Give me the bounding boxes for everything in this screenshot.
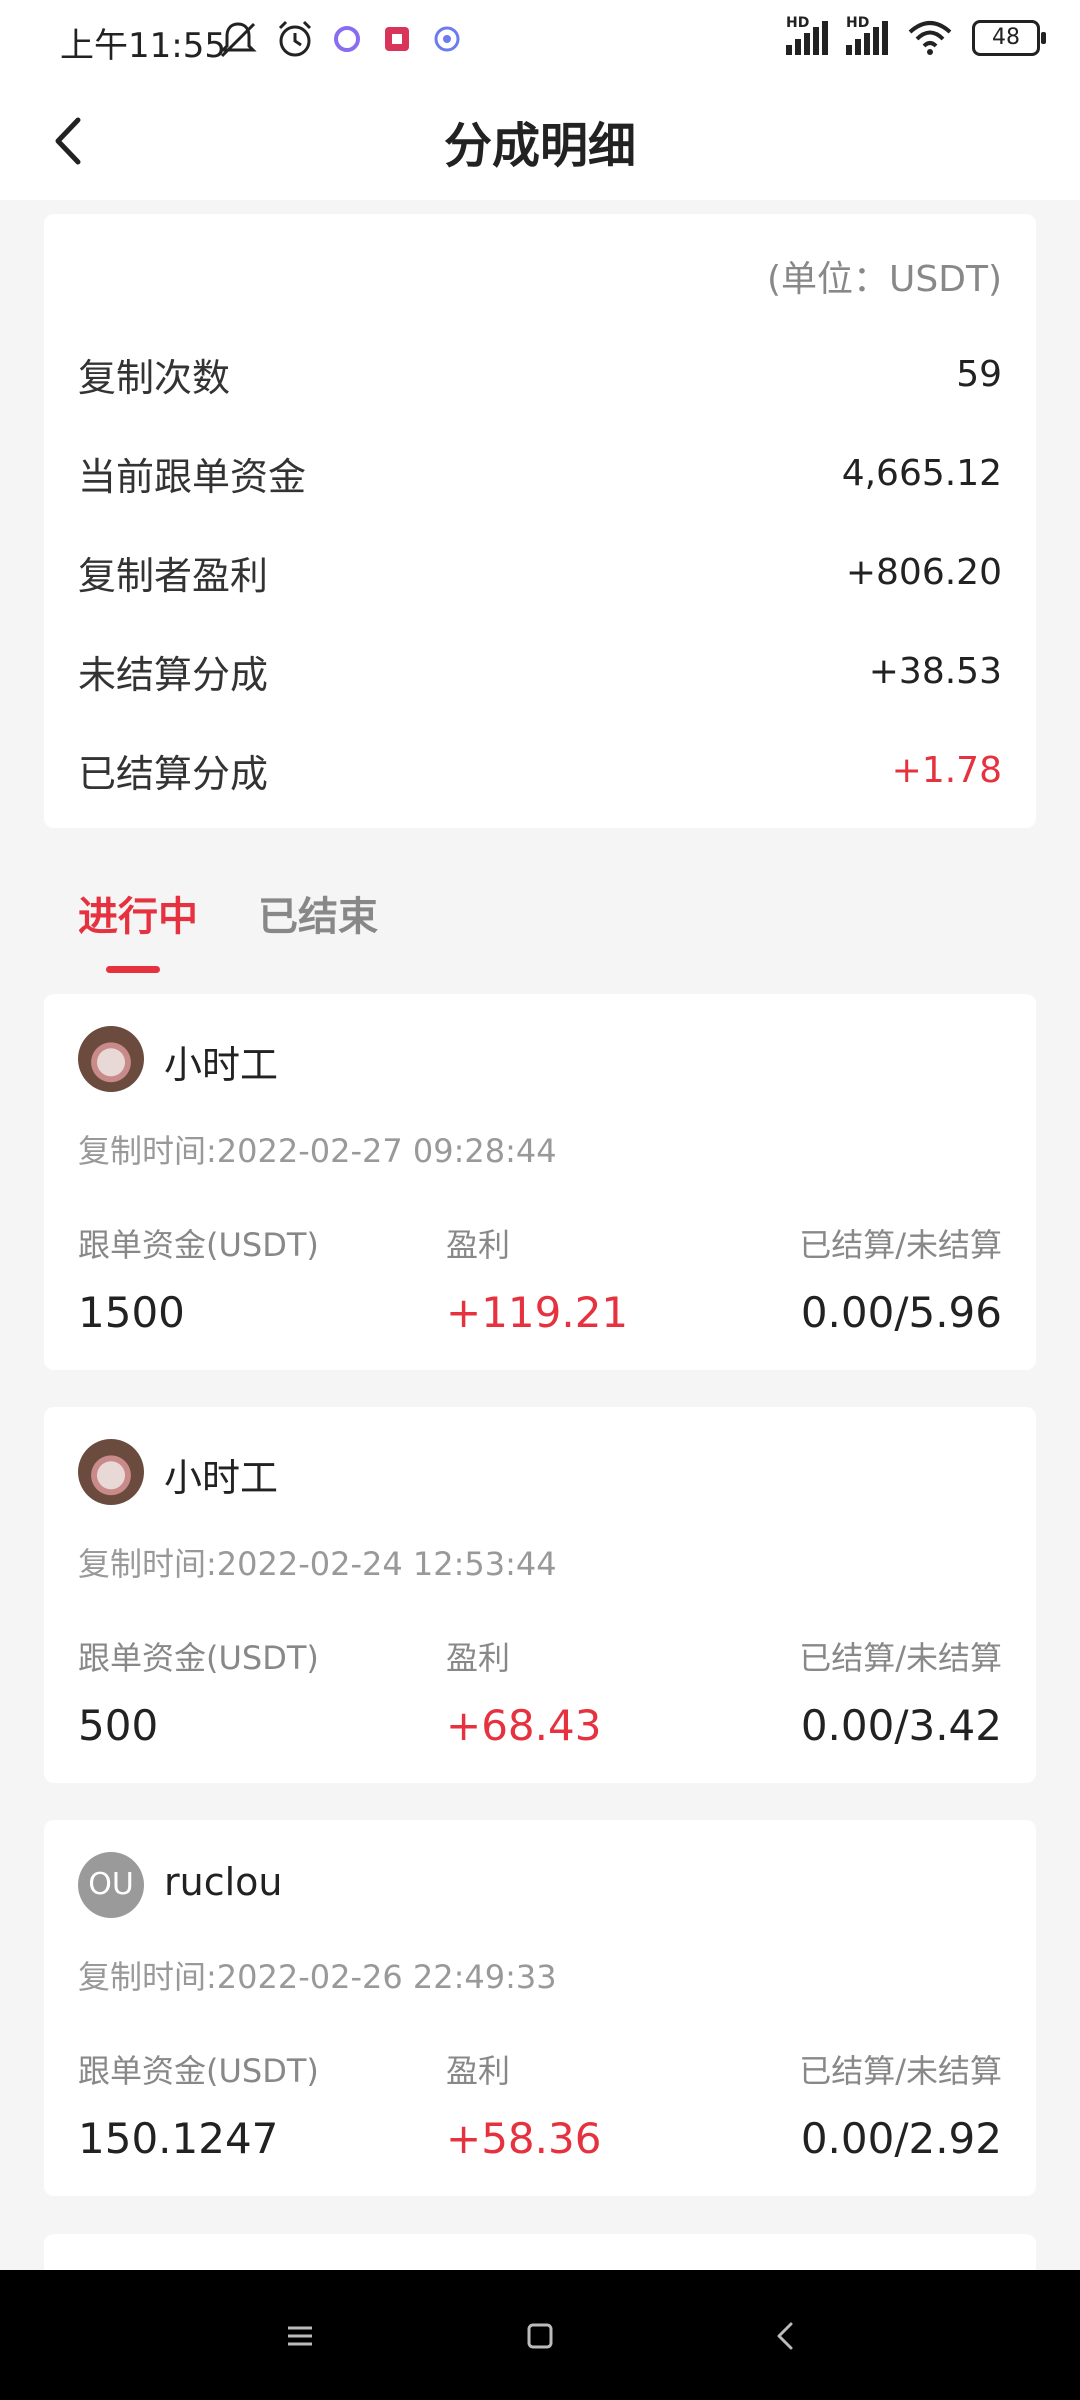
summary-label: 已结算分成 xyxy=(78,751,269,796)
avatar xyxy=(78,1439,144,1505)
copy-record-card[interactable]: OU ruclou 复制时间:2022-02-26 22:49:33 跟单资金(… xyxy=(44,1820,1036,2196)
menu-icon[interactable] xyxy=(280,2316,320,2356)
mute-bell-icon xyxy=(219,22,257,58)
column-header: 盈利 xyxy=(446,1639,511,1677)
top-nav-bar: 分成明细 xyxy=(0,84,1080,200)
column-header: 已结算/未结算 xyxy=(799,1639,1002,1677)
settlement-column: 已结算/未结算 0.00/2.92 xyxy=(799,2046,1002,2163)
column-header: 跟单资金(USDT) xyxy=(78,2052,319,2090)
column-header: 盈利 xyxy=(446,1226,511,1264)
settlement-value: 0.00/2.92 xyxy=(800,2114,1002,2163)
profit-column: 盈利 +68.43 xyxy=(446,1633,601,1750)
settlement-value: 0.00/5.96 xyxy=(800,1288,1002,1337)
summary-value: 59 xyxy=(956,353,1002,395)
summary-label: 当前跟单资金 xyxy=(78,454,307,499)
column-header: 跟单资金(USDT) xyxy=(78,1639,319,1677)
user-name: ruclou xyxy=(164,1860,283,1904)
alarm-icon xyxy=(278,20,312,57)
copy-time: 复制时间:2022-02-26 22:49:33 xyxy=(78,1958,557,1996)
settlement-value: 0.00/3.42 xyxy=(800,1701,1002,1750)
profit-column: 盈利 +119.21 xyxy=(446,1220,628,1337)
tab-ended[interactable]: 已结束 xyxy=(258,884,378,942)
back-icon[interactable] xyxy=(766,2316,806,2356)
app-notification-icon-2 xyxy=(385,27,409,51)
avatar: OU xyxy=(78,1852,144,1918)
active-tab-indicator xyxy=(106,966,160,973)
status-time: 上午11:55 xyxy=(60,26,226,66)
summary-row-copy-count: 复制次数 59 xyxy=(78,344,1002,404)
status-bar: 上午11:55 HD HD 48 xyxy=(0,0,1080,84)
summary-card: (单位：USDT) 复制次数 59 当前跟单资金 4,665.12 复制者盈利 … xyxy=(44,214,1036,828)
summary-row-copier-profit: 复制者盈利 +806.20 xyxy=(78,542,1002,602)
app-notification-icon-3 xyxy=(434,26,460,52)
app-notification-icon xyxy=(334,26,360,52)
summary-value: +806.20 xyxy=(845,551,1002,593)
summary-value: +1.78 xyxy=(891,749,1002,791)
column-header: 已结算/未结算 xyxy=(799,1226,1002,1264)
copy-time: 复制时间:2022-02-24 12:53:44 xyxy=(78,1545,557,1583)
summary-value: 4,665.12 xyxy=(841,452,1002,494)
summary-row-settled-share: 已结算分成 +1.78 xyxy=(78,740,1002,800)
column-header: 盈利 xyxy=(446,2052,511,2090)
summary-label: 复制者盈利 xyxy=(78,553,269,598)
summary-value: +38.53 xyxy=(868,650,1002,692)
signal-icon-1: HD xyxy=(786,15,828,55)
wifi-icon xyxy=(908,21,952,55)
funds-column: 跟单资金(USDT) 1500 xyxy=(78,1220,319,1337)
summary-label: 复制次数 xyxy=(78,355,231,400)
battery-icon: 48 xyxy=(972,20,1046,56)
user-name: 小时工 xyxy=(164,1456,279,1500)
page-title: 分成明细 xyxy=(443,118,636,174)
tab-in-progress[interactable]: 进行中 xyxy=(78,884,198,942)
profit-value: +58.36 xyxy=(446,2114,602,2163)
summary-row-unsettled-share: 未结算分成 +38.53 xyxy=(78,641,1002,701)
copy-time: 复制时间:2022-02-27 09:28:44 xyxy=(78,1132,557,1170)
summary-label: 未结算分成 xyxy=(78,652,269,697)
status-tabs: 进行中 已结束 xyxy=(0,870,1080,980)
system-nav-bar xyxy=(0,2270,1080,2400)
funds-value: 150.1247 xyxy=(78,2114,279,2163)
unit-label: (单位：USDT) xyxy=(766,259,1002,300)
settlement-column: 已结算/未结算 0.00/3.42 xyxy=(799,1633,1002,1750)
summary-row-current-funds: 当前跟单资金 4,665.12 xyxy=(78,443,1002,503)
copy-record-card[interactable]: 小时工 复制时间:2022-02-24 12:53:44 跟单资金(USDT) … xyxy=(44,1407,1036,1783)
column-header: 已结算/未结算 xyxy=(799,2052,1002,2090)
funds-value: 500 xyxy=(78,1701,159,1750)
home-icon[interactable] xyxy=(520,2316,560,2356)
funds-column: 跟单资金(USDT) 500 xyxy=(78,1633,319,1750)
settlement-column: 已结算/未结算 0.00/5.96 xyxy=(799,1220,1002,1337)
funds-value: 1500 xyxy=(78,1288,185,1337)
funds-column: 跟单资金(USDT) 150.1247 xyxy=(78,2046,319,2163)
profit-column: 盈利 +58.36 xyxy=(446,2046,601,2163)
column-header: 跟单资金(USDT) xyxy=(78,1226,319,1264)
avatar xyxy=(78,1026,144,1092)
profit-value: +119.21 xyxy=(446,1288,629,1337)
user-name: 小时工 xyxy=(164,1043,279,1087)
copy-record-card[interactable]: 小时工 复制时间:2022-02-27 09:28:44 跟单资金(USDT) … xyxy=(44,994,1036,1370)
signal-icon-2: HD xyxy=(846,15,888,55)
profit-value: +68.43 xyxy=(446,1701,602,1750)
